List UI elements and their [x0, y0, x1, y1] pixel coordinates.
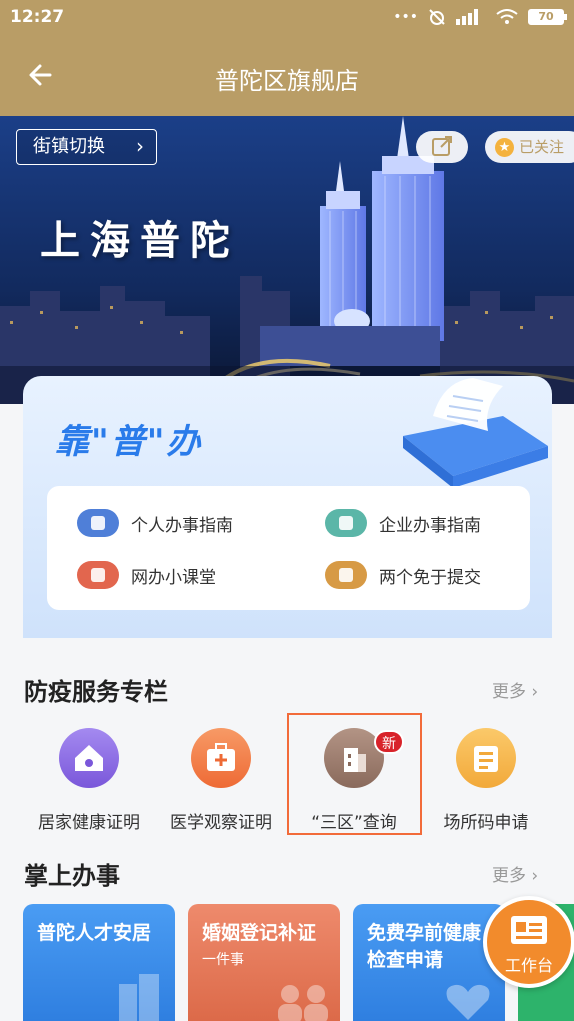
- more-label: 更多: [492, 682, 526, 702]
- service-medical-observation-cert[interactable]: 医学观察证明: [146, 728, 296, 833]
- wifi-icon: [496, 9, 518, 24]
- kpb-item-label: 两个免于提交: [379, 567, 481, 588]
- document-printer-illustration: [403, 378, 548, 488]
- handheld-section-title: 掌上办事: [24, 862, 120, 890]
- handheld-more-link[interactable]: 更多 ›: [492, 861, 538, 886]
- status-time: 12:27: [10, 7, 65, 27]
- medical-kit-icon: [191, 728, 251, 788]
- hand-icon: [325, 561, 367, 589]
- signal-icon: [456, 9, 478, 25]
- workbench-button[interactable]: 工作台: [483, 896, 574, 988]
- more-dots-icon: •••: [393, 9, 418, 25]
- mute-alarm-icon: [429, 9, 445, 25]
- kpb-menu: 个人办事指南 企业办事指南 网办小课堂 两个免于提交: [47, 486, 530, 610]
- tile-pre-pregnancy-check[interactable]: 免费孕前健康 检查申请: [353, 904, 505, 1021]
- chevron-right-icon: ›: [531, 866, 539, 886]
- service-home-health-cert[interactable]: 居家健康证明: [14, 728, 164, 833]
- title-bar: 普陀区旗舰店: [0, 36, 574, 116]
- tile-talent-housing[interactable]: 普陀人才安居: [23, 904, 175, 1021]
- street-switch-button[interactable]: 街镇切换 ›: [16, 129, 157, 165]
- tile-marriage-reissue[interactable]: 婚姻登记补证 一件事: [188, 904, 340, 1021]
- service-label: 医学观察证明: [170, 813, 272, 833]
- star-icon: ★: [495, 138, 514, 157]
- tile-subtitle: 一件事: [202, 952, 244, 968]
- more-label: 更多: [492, 866, 526, 886]
- kpb-item-label: 网办小课堂: [131, 567, 216, 588]
- house-icon: [59, 728, 119, 788]
- workbench-icon: [511, 916, 547, 944]
- chevron-right-icon: ›: [136, 134, 144, 158]
- follow-button[interactable]: ★ 已关注: [485, 131, 574, 163]
- kpb-item-label: 个人办事指南: [131, 515, 233, 536]
- person-icon: [77, 509, 119, 537]
- kao-pu-ban-card: 靠"普"办 个人办事指南 企业办事指南 网办小课堂 两个免于提交: [23, 376, 552, 638]
- follow-label: 已关注: [519, 138, 565, 156]
- tile-title: 普陀人才安居: [37, 922, 152, 944]
- share-icon: [432, 136, 452, 156]
- kpb-item-online-class[interactable]: 网办小课堂: [77, 560, 216, 590]
- service-label: 场所码申请: [443, 813, 529, 833]
- battery-icon: 70: [528, 9, 567, 25]
- kpb-item-label: 企业办事指南: [379, 515, 481, 536]
- chevron-right-icon: ›: [531, 682, 539, 702]
- page: 12:27 ••• 70 普陀区旗舰店 街镇切换 › ★ 已关注 上海普陀 靠"…: [0, 0, 574, 1021]
- banner: 街镇切换 › ★ 已关注 上海普陀: [0, 116, 574, 404]
- qr-card-icon: [456, 728, 516, 788]
- service-label: 居家健康证明: [38, 813, 140, 833]
- street-switch-label: 街镇切换: [33, 136, 105, 157]
- status-icons: ••• 70: [393, 8, 567, 26]
- couple-icon: [278, 985, 328, 1021]
- building-icon: [119, 974, 159, 1021]
- service-venue-code-apply[interactable]: 场所码申请: [411, 728, 561, 833]
- page-title: 普陀区旗舰店: [215, 67, 359, 95]
- kpb-item-enterprise-guide[interactable]: 企业办事指南: [325, 508, 481, 538]
- banner-title: 上海普陀: [40, 217, 240, 264]
- highlight-box: [287, 713, 422, 835]
- epidemic-section-title: 防疫服务专栏: [24, 678, 168, 706]
- graduation-cap-icon: [77, 561, 119, 589]
- epidemic-more-link[interactable]: 更多 ›: [492, 677, 538, 702]
- workbench-label: 工作台: [504, 956, 553, 975]
- status-bar: 12:27 ••• 70: [0, 0, 574, 36]
- kpb-item-personal-guide[interactable]: 个人办事指南: [77, 508, 233, 538]
- health-heart-icon: [446, 984, 490, 1020]
- kpb-item-exempt-submission[interactable]: 两个免于提交: [325, 560, 481, 590]
- tile-title: 婚姻登记补证: [202, 922, 317, 944]
- building-icon: [325, 509, 367, 537]
- share-button[interactable]: [416, 131, 468, 163]
- kpb-title: 靠"普"办: [55, 422, 203, 462]
